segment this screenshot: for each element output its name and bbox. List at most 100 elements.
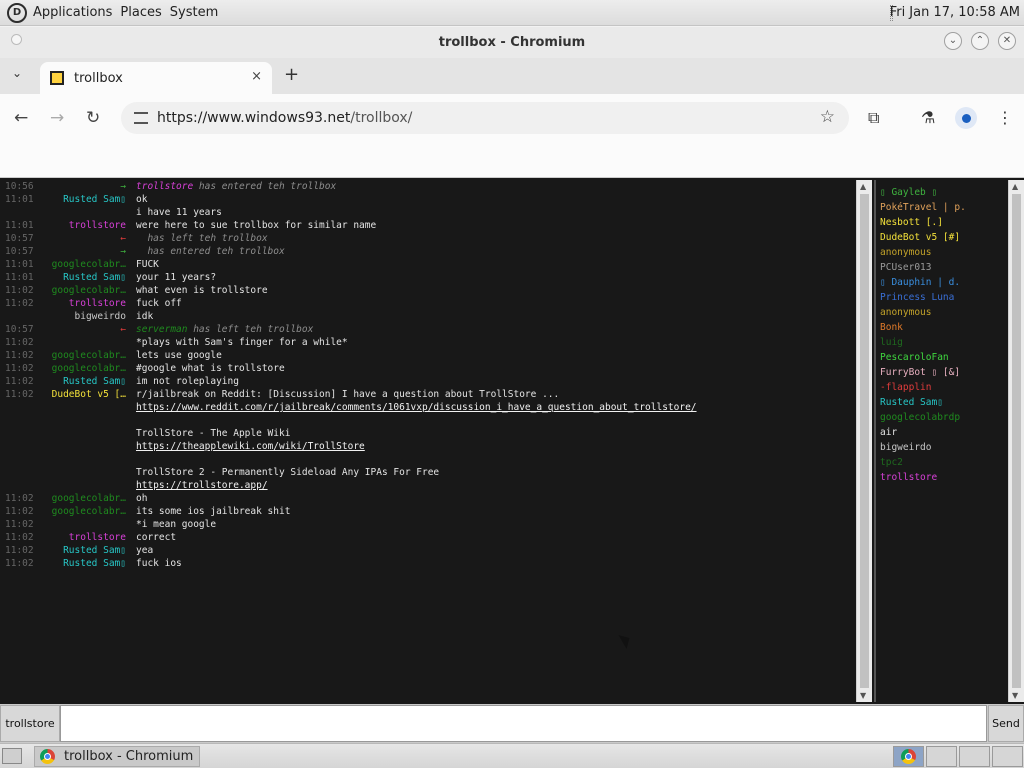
scroll-down-icon[interactable]: ▼ (1012, 691, 1018, 700)
workspace-4[interactable] (992, 746, 1023, 767)
back-arrow-icon[interactable]: ← (14, 108, 28, 128)
message-time: 11:01 (5, 220, 34, 231)
user-list-item[interactable]: Rusted Sam▯ (876, 395, 1008, 410)
message-input[interactable] (60, 705, 987, 742)
taskbar-item-chromium[interactable]: trollbox - Chromium (34, 746, 200, 767)
user-list-item[interactable]: Princess Luna (876, 290, 1008, 305)
user-list-item[interactable]: googlecolabrdp (876, 410, 1008, 425)
tab-trollbox[interactable]: trollbox × (40, 62, 272, 94)
message-nick[interactable]: DudeBot v5 [… (40, 388, 126, 401)
workspace-2[interactable] (926, 746, 957, 767)
message-nick[interactable]: trollstore (40, 219, 126, 232)
site-info-icon[interactable] (134, 112, 148, 124)
chat-scroll-thumb[interactable] (860, 194, 869, 688)
chat-message: 11:02 googlecolabr… its some ios jailbreak… (0, 505, 855, 518)
user-list-item[interactable]: bigweirdo (876, 440, 1008, 455)
chat-message: 11:02 *plays with Sam's finger for a whil… (0, 336, 855, 349)
user-list-item[interactable]: trollstore (876, 470, 1008, 485)
maximize-icon[interactable]: ⌃ (971, 32, 989, 50)
message-nick[interactable]: trollstore (40, 297, 126, 310)
user-list-item[interactable]: PCUser013 (876, 260, 1008, 275)
message-time: 11:02 (5, 350, 34, 361)
message-nick[interactable]: googlecolabr… (40, 505, 126, 518)
chat-message: bigweirdo idk (0, 310, 855, 323)
message-nick[interactable]: googlecolabr… (40, 258, 126, 271)
message-text: ok (136, 194, 148, 205)
message-nick[interactable]: Rusted Sam▯ (40, 557, 126, 570)
message-nick[interactable]: googlecolabr… (40, 492, 126, 505)
message-nick[interactable]: Rusted Sam▯ (40, 193, 126, 206)
workspace-3[interactable] (959, 746, 990, 767)
user-list-item[interactable]: air (876, 425, 1008, 440)
user-list-item[interactable]: anonymous (876, 245, 1008, 260)
message-text: what even is trollstore (136, 285, 268, 296)
message-link[interactable]: https://theapplewiki.com/wiki/TrollStore (136, 440, 365, 453)
applications-menu[interactable]: Applications (33, 5, 112, 20)
address-bar[interactable]: https://www.windows93.net/trollbox/ ☆ (121, 102, 849, 134)
forward-arrow-icon[interactable]: → (50, 108, 64, 128)
user-list-item[interactable]: tpc2 (876, 455, 1008, 470)
users-scroll-thumb[interactable] (1012, 194, 1021, 688)
message-link[interactable]: https://www.reddit.com/r/jailbreak/comme… (136, 401, 697, 414)
gnome-logo-icon[interactable]: D (7, 2, 27, 23)
user-list-item[interactable]: Nesbott [.] (876, 215, 1008, 230)
scroll-up-icon[interactable]: ▲ (1012, 182, 1018, 191)
message-nick[interactable]: googlecolabr… (40, 362, 126, 375)
user-list-item[interactable]: anonymous (876, 305, 1008, 320)
chromium-icon (40, 749, 55, 764)
send-button[interactable]: Send (988, 705, 1024, 742)
nickname-button[interactable]: trollstore (0, 705, 60, 742)
scroll-up-icon[interactable]: ▲ (860, 182, 866, 191)
message-time: 11:02 (5, 545, 34, 556)
system-message-text: has left teh trollbox (136, 233, 268, 244)
message-nick[interactable]: googlecolabr… (40, 284, 126, 297)
places-menu[interactable]: Places (120, 5, 161, 20)
user-list-item[interactable]: PescaroloFan (876, 350, 1008, 365)
user-list-item[interactable]: PokéTravel | p. (876, 200, 1008, 215)
minimize-icon[interactable]: ⌄ (944, 32, 962, 50)
user-list-item[interactable]: -flapplin (876, 380, 1008, 395)
taskbar-item-label: trollbox - Chromium (64, 749, 194, 764)
labs-flask-icon[interactable]: ⚗ (921, 108, 935, 127)
message-nick[interactable]: ← (40, 232, 126, 245)
system-menu[interactable]: System (170, 5, 218, 20)
scroll-down-icon[interactable]: ▼ (860, 691, 866, 700)
user-list-item[interactable]: DudeBot v5 [#] (876, 230, 1008, 245)
message-nick[interactable]: Rusted Sam▯ (40, 271, 126, 284)
tab-close-icon[interactable]: × (251, 69, 262, 84)
message-nick[interactable]: Rusted Sam▯ (40, 544, 126, 557)
message-time: 11:02 (5, 337, 34, 348)
message-link[interactable]: https://trollstore.app/ (136, 479, 268, 492)
user-list-item[interactable]: ▯ Dauphin | d. (876, 275, 1008, 290)
show-desktop-icon[interactable] (2, 748, 22, 764)
profile-avatar-icon[interactable] (955, 107, 977, 129)
extensions-puzzle-icon[interactable]: ⧉ (868, 108, 879, 128)
new-tab-plus-icon[interactable]: + (284, 64, 299, 85)
message-nick[interactable]: bigweirdo (40, 310, 126, 323)
user-list-item[interactable]: FurryBot ▯ [&] (876, 365, 1008, 380)
chat-message: https://theapplewiki.com/wiki/TrollStore (0, 440, 855, 453)
message-nick[interactable]: → (40, 180, 126, 193)
chat-log[interactable]: 10:56 → trollstore has entered teh trollbo… (0, 180, 855, 702)
close-window-icon[interactable]: ✕ (998, 32, 1016, 50)
message-nick[interactable]: googlecolabr… (40, 349, 126, 362)
tab-search-chevron-icon[interactable]: ⌄ (12, 66, 22, 80)
menu-kebab-icon[interactable]: ⋮ (997, 108, 1013, 127)
user-list-item[interactable]: ▯ Gayleb ▯ (876, 185, 1008, 200)
bookmark-star-icon[interactable]: ☆ (820, 107, 835, 127)
message-nick[interactable]: trollstore (40, 531, 126, 544)
message-nick[interactable]: Rusted Sam▯ (40, 375, 126, 388)
user-list-item[interactable]: luig (876, 335, 1008, 350)
workspace-1[interactable] (893, 746, 924, 767)
window-titlebar[interactable]: trollbox - Chromium ⌄ ⌃ ✕ (0, 27, 1024, 58)
users-scrollbar[interactable]: ▲ ▼ (1008, 180, 1024, 702)
message-nick[interactable]: ← (40, 323, 126, 336)
user-list-item[interactable]: Bonk (876, 320, 1008, 335)
message-time: 11:01 (5, 194, 34, 205)
message-nick[interactable]: → (40, 245, 126, 258)
chat-scrollbar[interactable]: ▲ ▼ (856, 180, 872, 702)
message-text: TrollStore 2 - Permanently Sideload Any … (136, 467, 440, 478)
reload-icon[interactable]: ↻ (86, 108, 100, 128)
message-text: correct (136, 532, 177, 543)
clock[interactable]: Fri Jan 17, 10:58 AM (890, 5, 1020, 20)
